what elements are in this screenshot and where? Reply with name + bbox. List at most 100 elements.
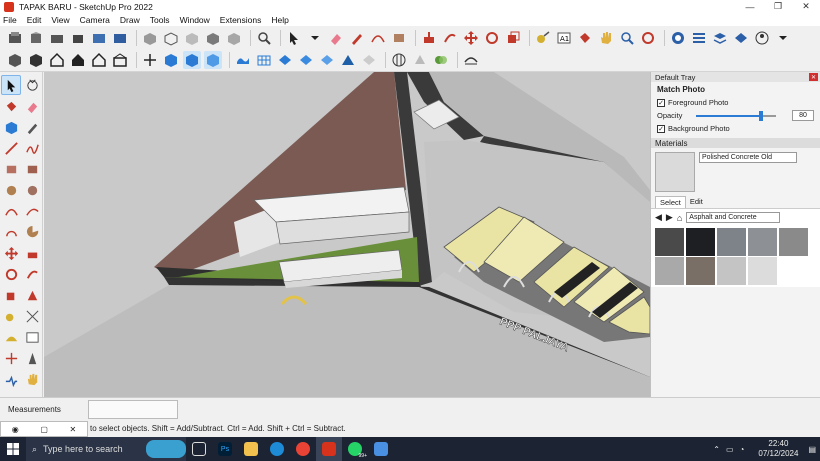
- close-button[interactable]: ✕: [792, 0, 820, 13]
- axes-icon[interactable]: [141, 51, 159, 69]
- tape-tool-icon[interactable]: [22, 117, 42, 137]
- chrome-icon[interactable]: [290, 437, 316, 461]
- material-swatch[interactable]: [686, 257, 715, 285]
- back-arrow-icon[interactable]: ◀: [655, 212, 662, 223]
- volume-icon[interactable]: ◔: [740, 445, 745, 454]
- walk-tool-icon[interactable]: [1, 369, 21, 389]
- mini-icon[interactable]: ◉: [12, 425, 19, 434]
- select-tool-icon[interactable]: [1, 75, 21, 95]
- menu-edit[interactable]: Edit: [27, 15, 42, 25]
- menu-extensions[interactable]: Extensions: [220, 15, 262, 25]
- style-shaded-icon[interactable]: [204, 29, 222, 47]
- current-material-swatch[interactable]: [655, 152, 695, 192]
- move-icon[interactable]: [462, 29, 480, 47]
- orbit-tool-icon[interactable]: [22, 75, 42, 95]
- minimize-button[interactable]: —: [736, 0, 764, 13]
- axes-tool-icon[interactable]: [1, 348, 21, 368]
- material-name-field[interactable]: Polished Concrete Old: [699, 152, 797, 163]
- box-open-icon[interactable]: [6, 51, 24, 69]
- library-select[interactable]: Asphalt and Concrete: [686, 212, 781, 223]
- material-swatch[interactable]: [717, 228, 746, 256]
- trimble-connect-icon[interactable]: [732, 29, 750, 47]
- line-tool-icon[interactable]: [1, 138, 21, 158]
- menu-draw[interactable]: Draw: [120, 15, 140, 25]
- mini-close-icon[interactable]: ✕: [69, 425, 76, 434]
- edge-icon[interactable]: [264, 437, 290, 461]
- views-right-icon[interactable]: [69, 29, 87, 47]
- material-swatch[interactable]: [686, 228, 715, 256]
- rotated-rect-tool-icon[interactable]: [22, 159, 42, 179]
- style-xray-icon[interactable]: [141, 29, 159, 47]
- taskbar-search[interactable]: ⌕ Type here to search: [26, 437, 186, 461]
- sandbox-smoove-icon[interactable]: [234, 51, 252, 69]
- views-front-icon[interactable]: [48, 29, 66, 47]
- push-pull-tool-icon[interactable]: [22, 243, 42, 263]
- sandbox-flip-icon[interactable]: [339, 51, 357, 69]
- tape-measure-tool-icon[interactable]: [1, 306, 21, 326]
- windows-start-icon[interactable]: [0, 437, 26, 461]
- network-icon[interactable]: ▭: [726, 445, 734, 454]
- orbit-icon[interactable]: [639, 29, 657, 47]
- scale-icon[interactable]: [504, 29, 522, 47]
- paint-icon[interactable]: [368, 437, 394, 461]
- style-textured-icon[interactable]: [225, 29, 243, 47]
- clock[interactable]: 22:40 07/12/2024: [758, 439, 798, 459]
- section-fill-icon[interactable]: [183, 51, 201, 69]
- model-viewport[interactable]: PPP PALJAYA: [44, 72, 650, 397]
- background-checkbox[interactable]: ✓: [657, 124, 665, 133]
- notifications-icon[interactable]: ▤: [808, 445, 816, 454]
- sketchup-taskbar-icon[interactable]: [316, 437, 342, 461]
- sandbox-grid-icon[interactable]: [255, 51, 273, 69]
- menu-help[interactable]: Help: [271, 15, 288, 25]
- box-closed-icon[interactable]: [27, 51, 45, 69]
- views-top-icon[interactable]: [27, 29, 45, 47]
- chevron-down-icon[interactable]: [306, 29, 324, 47]
- pie-tool-icon[interactable]: [22, 222, 42, 242]
- style-wireframe-icon[interactable]: [162, 29, 180, 47]
- shape-icon[interactable]: [390, 29, 408, 47]
- extension-warehouse-icon[interactable]: [690, 29, 708, 47]
- whatsapp-icon[interactable]: 99+: [342, 437, 368, 461]
- home-icon[interactable]: ⌂: [677, 213, 682, 223]
- section-plane-icon[interactable]: [162, 51, 180, 69]
- material-swatch[interactable]: [655, 257, 684, 285]
- text-icon[interactable]: A1: [555, 29, 573, 47]
- section-display-icon[interactable]: [204, 51, 222, 69]
- mini-restore-icon[interactable]: ▢: [40, 425, 48, 434]
- pencil-icon[interactable]: [348, 29, 366, 47]
- sandbox-stamp-icon[interactable]: [276, 51, 294, 69]
- file-explorer-icon[interactable]: [238, 437, 264, 461]
- background-photo-row[interactable]: ✓ Background Photo: [651, 123, 820, 134]
- solid-union-icon[interactable]: [411, 51, 429, 69]
- views-left-icon[interactable]: [111, 29, 129, 47]
- pan-icon[interactable]: [597, 29, 615, 47]
- warehouse-building-icon[interactable]: [111, 51, 129, 69]
- paint-bucket-tool-icon[interactable]: [1, 96, 21, 116]
- zoom-icon[interactable]: [255, 29, 273, 47]
- material-swatch[interactable]: [717, 257, 746, 285]
- polygon-tool-icon[interactable]: [22, 180, 42, 200]
- tab-select[interactable]: Select: [655, 196, 686, 208]
- house-roof-icon[interactable]: [90, 51, 108, 69]
- arc3-tool-icon[interactable]: [1, 222, 21, 242]
- bridge-icon[interactable]: [462, 51, 480, 69]
- style-hidden-line-icon[interactable]: [183, 29, 201, 47]
- tray-close-icon[interactable]: ✕: [809, 73, 818, 81]
- eraser-tool-icon[interactable]: [22, 96, 42, 116]
- forward-arrow-icon[interactable]: ▶: [666, 212, 673, 223]
- scale-tool-icon[interactable]: [1, 285, 21, 305]
- rectangle-tool-icon[interactable]: [1, 159, 21, 179]
- opacity-slider[interactable]: [696, 110, 777, 121]
- views-iso-icon[interactable]: [6, 29, 24, 47]
- look-around-tool-icon[interactable]: [22, 369, 42, 389]
- foreground-photo-row[interactable]: ✓ Foreground Photo: [651, 97, 820, 108]
- account-chevron-icon[interactable]: [774, 29, 792, 47]
- sandbox-contours-icon[interactable]: [360, 51, 378, 69]
- warehouse-icon[interactable]: [669, 29, 687, 47]
- arc-icon[interactable]: [369, 29, 387, 47]
- arc-tool-icon[interactable]: [1, 201, 21, 221]
- menu-tools[interactable]: Tools: [150, 15, 170, 25]
- menu-view[interactable]: View: [51, 15, 69, 25]
- material-swatch[interactable]: [748, 228, 777, 256]
- foreground-checkbox[interactable]: ✓: [657, 98, 665, 107]
